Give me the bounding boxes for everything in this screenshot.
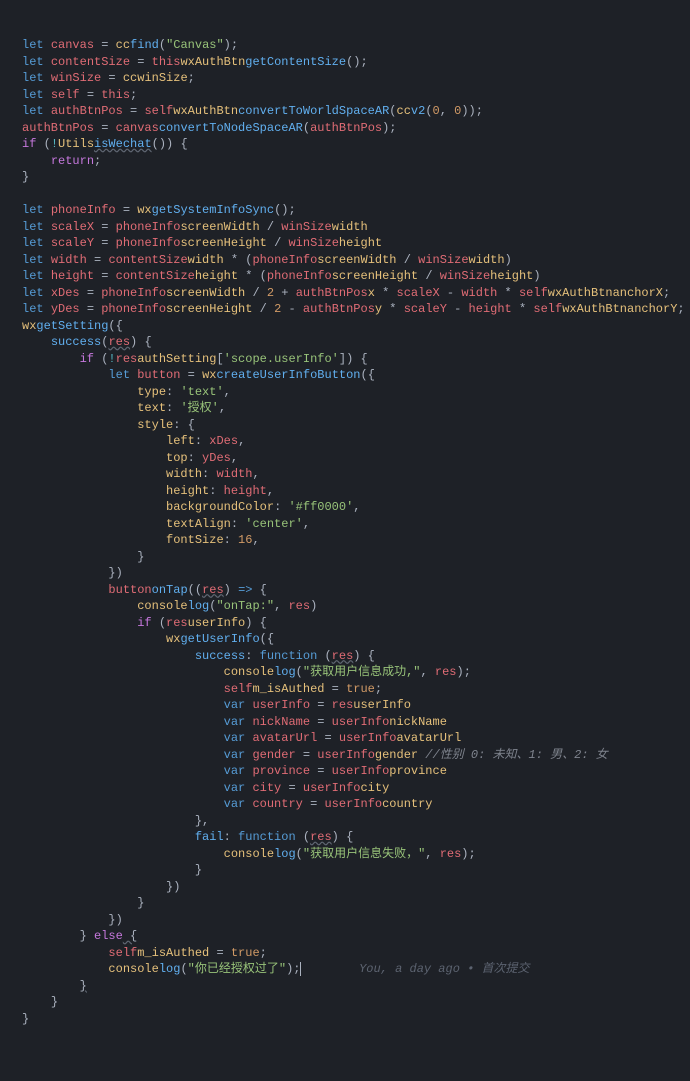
line: } else { [22, 929, 137, 943]
line: let self = this; [22, 88, 137, 102]
line: wxgetUserInfo({ [22, 632, 274, 646]
code-editor[interactable]: let canvas = ccfind("Canvas"); let conte… [0, 33, 690, 1031]
line: if (resuserInfo) { [22, 616, 267, 630]
line: wxgetSetting({ [22, 319, 123, 333]
line: let contentSize = thiswxAuthBtngetConten… [22, 55, 368, 69]
line: let button = wxcreateUserInfoButton({ [22, 368, 375, 382]
line: let width = contentSizewidth * (phoneInf… [22, 253, 512, 267]
line: success(res) { [22, 335, 152, 349]
line: type: 'text', [22, 385, 231, 399]
line: } [22, 863, 202, 877]
line: buttononTap((res) => { [22, 583, 267, 597]
line: left: xDes, [22, 434, 245, 448]
line: var avatarUrl = userInfoavatarUrl [22, 731, 461, 745]
line: var province = userInfoprovince [22, 764, 447, 778]
line: textAlign: 'center', [22, 517, 310, 531]
line: consolelog("onTap:", res) [22, 599, 317, 613]
line: backgroundColor: '#ff0000', [22, 500, 360, 514]
line: var userInfo = resuserInfo [22, 698, 411, 712]
line: fail: function (res) { [22, 830, 353, 844]
line: let yDes = phoneInfoscreenHeight / 2 - a… [22, 302, 685, 316]
line: }, [22, 814, 209, 828]
line: }) [22, 880, 180, 894]
line: let scaleX = phoneInfoscreenWidth / winS… [22, 220, 368, 234]
line: let scaleY = phoneInfoscreenHeight / win… [22, 236, 382, 250]
line: if (!resauthSetting['scope.userInfo']) { [22, 352, 368, 366]
line: } [22, 170, 29, 184]
line: selfm_isAuthed = true; [22, 946, 267, 960]
line: var country = userInfocountry [22, 797, 433, 811]
line: height: height, [22, 484, 274, 498]
line: if (!UtilsisWechat()) { [22, 137, 188, 151]
line: let xDes = phoneInfoscreenWidth / 2 + au… [22, 286, 670, 300]
line: var city = userInfocity [22, 781, 389, 795]
line: var gender = userInfogender //性别 0: 未知、1… [22, 748, 608, 762]
cursor [300, 962, 301, 976]
line: } [22, 995, 58, 1009]
line: fontSize: 16, [22, 533, 260, 547]
line: text: '授权', [22, 401, 226, 415]
line: width: width, [22, 467, 260, 481]
line: } [22, 550, 144, 564]
line: let winSize = ccwinSize; [22, 71, 195, 85]
line: consolelog("获取用户信息失败，", res); [22, 847, 476, 861]
line: top: yDes, [22, 451, 238, 465]
line: authBtnPos = canvasconvertToNodeSpaceAR(… [22, 121, 397, 135]
gitlens-annotation: You, a day ago • 首次提交 [359, 962, 529, 976]
line: } [22, 896, 144, 910]
line: }) [22, 913, 123, 927]
line: style: { [22, 418, 195, 432]
line: } [22, 979, 87, 993]
line: let height = contentSizeheight * (phoneI… [22, 269, 541, 283]
line: let phoneInfo = wxgetSystemInfoSync(); [22, 203, 296, 217]
line: } [22, 1012, 29, 1026]
line: }) [22, 566, 123, 580]
line: return; [22, 154, 101, 168]
line: consolelog("获取用户信息成功,", res); [22, 665, 471, 679]
line: selfm_isAuthed = true; [22, 682, 382, 696]
line: let authBtnPos = selfwxAuthBtnconvertToW… [22, 104, 483, 118]
line: let canvas = ccfind("Canvas"); [22, 38, 238, 52]
line: var nickName = userInfonickName [22, 715, 447, 729]
line: success: function (res) { [22, 649, 375, 663]
line: consolelog("你已经授权过了"); You, a day ago • … [22, 962, 530, 976]
